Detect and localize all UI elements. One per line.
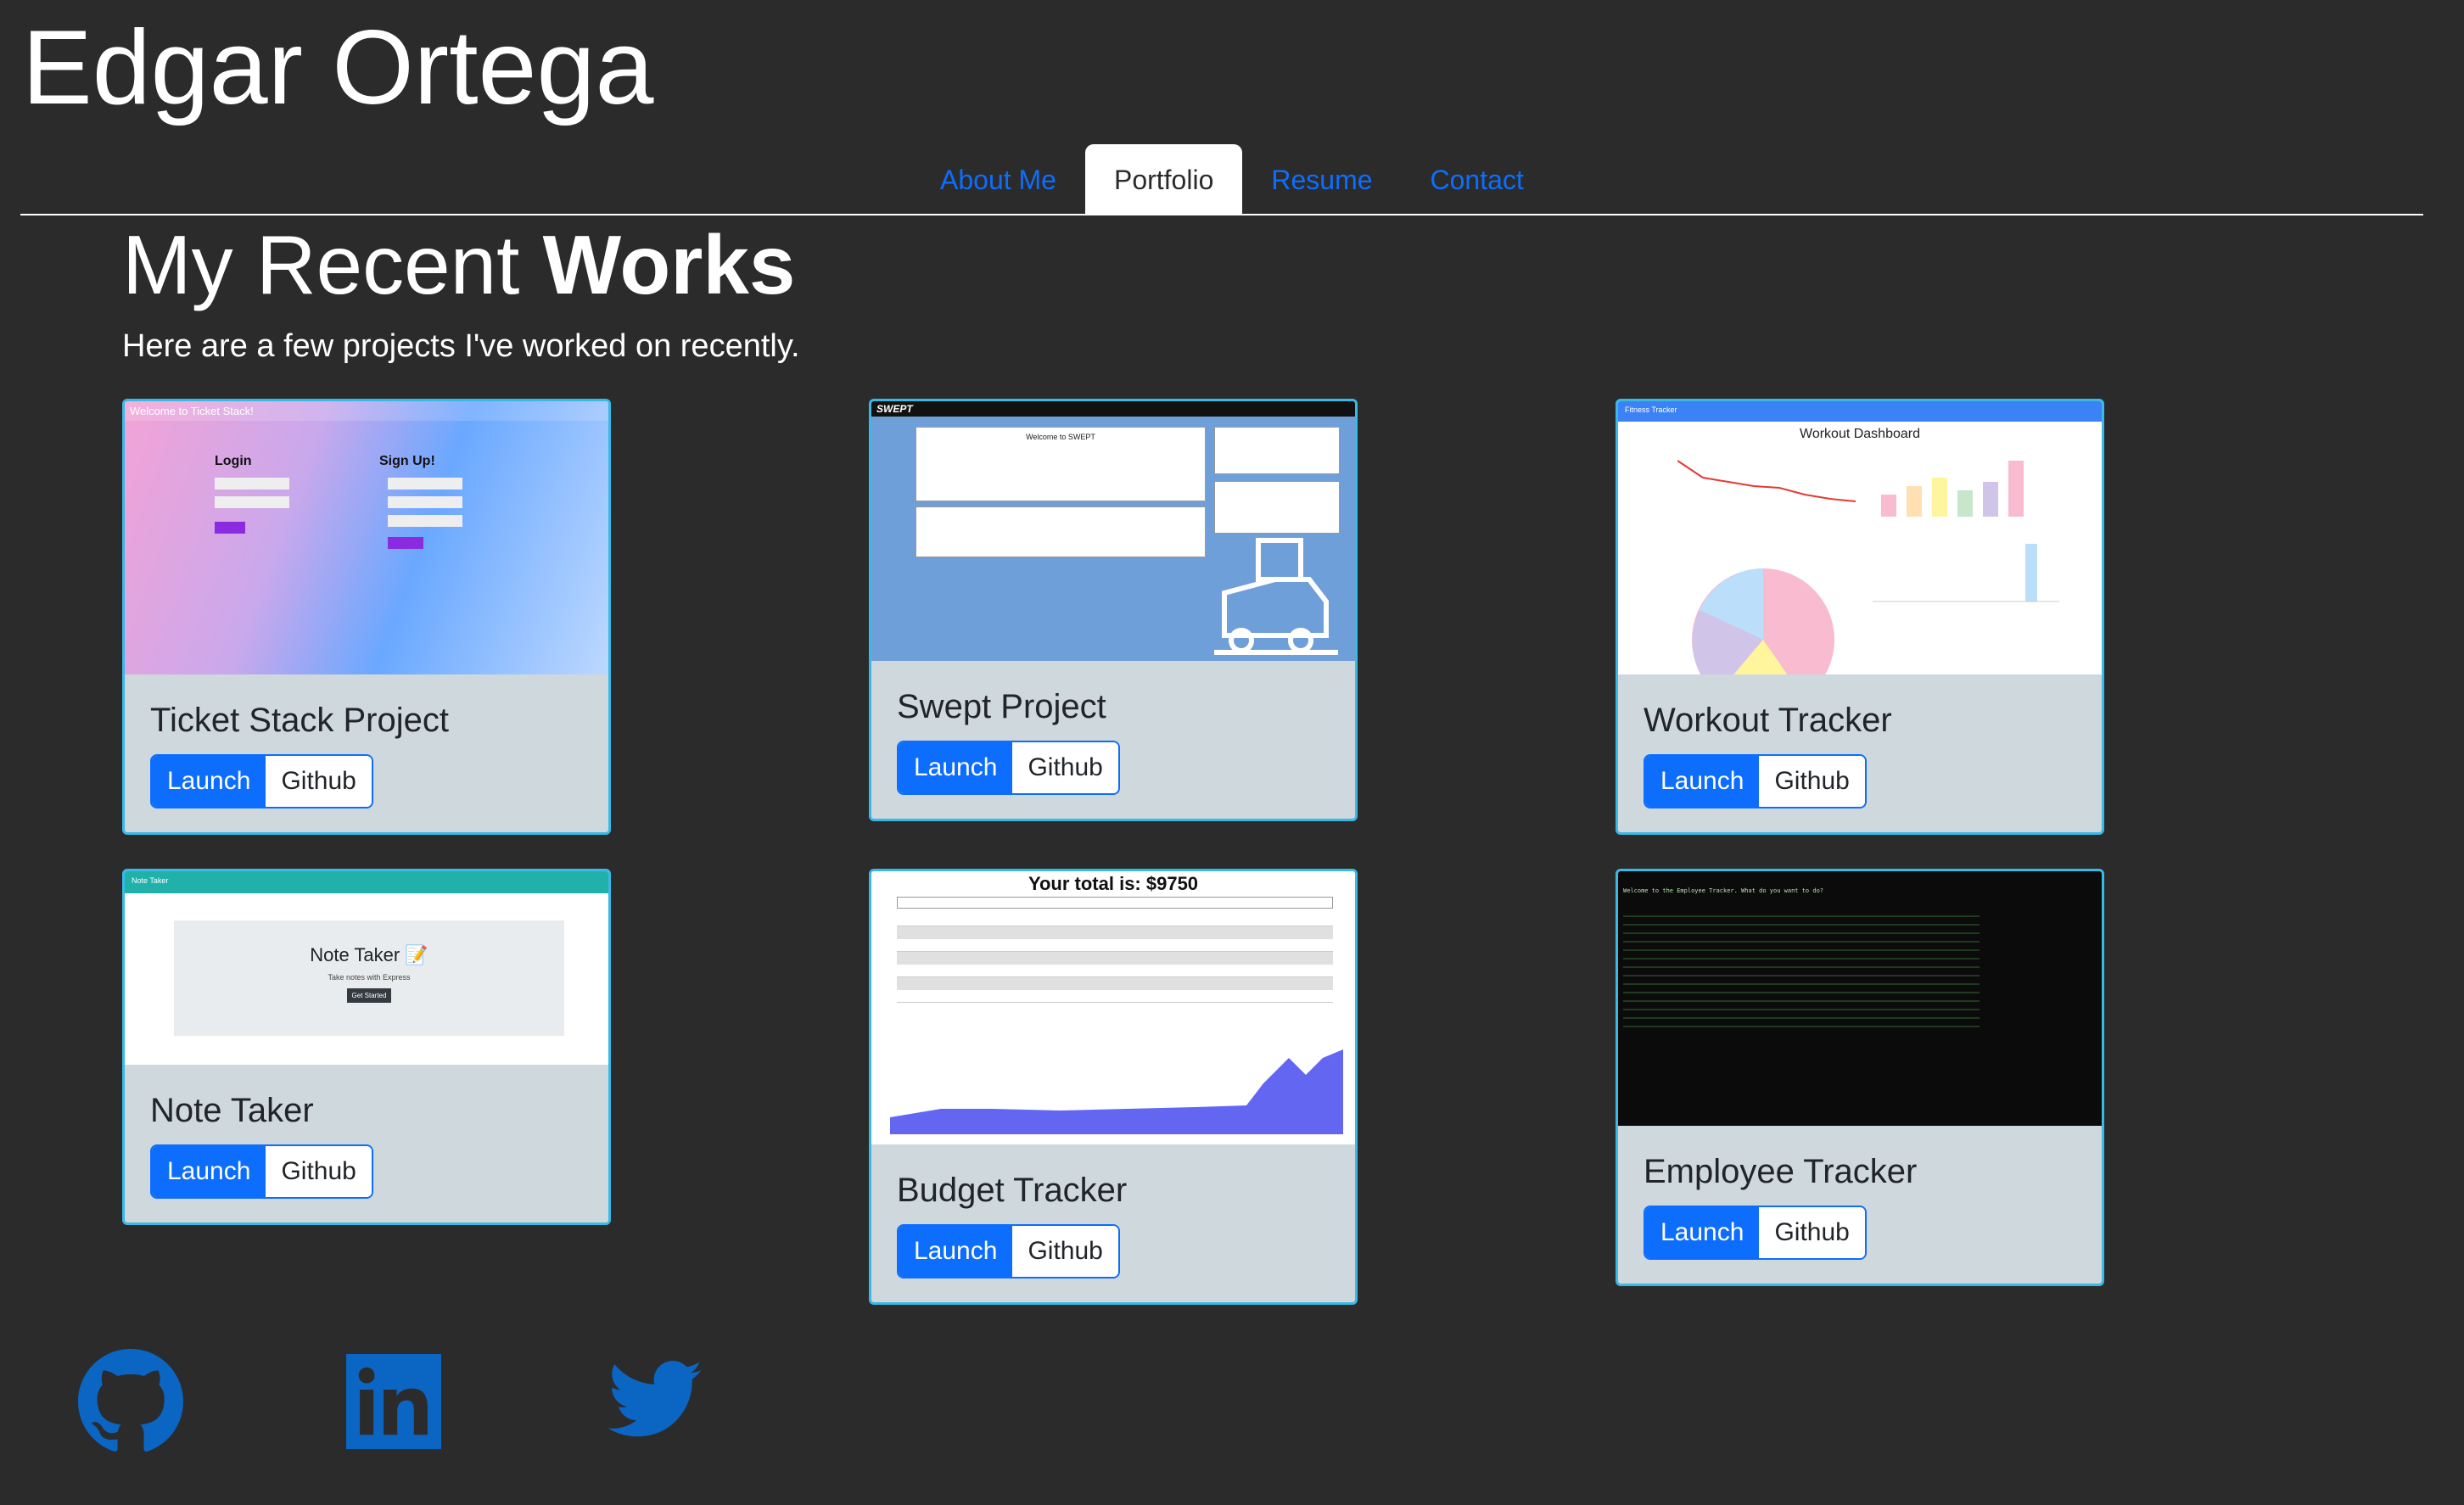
github-button[interactable]: Github [266,756,372,807]
github-icon [78,1349,183,1452]
project-title: Budget Tracker [897,1172,1128,1209]
github-button[interactable]: Github [1759,756,1865,807]
thumb-line-chart [1677,460,1856,502]
project-title: Employee Tracker [1644,1153,1918,1190]
launch-button[interactable]: Launch [899,1226,1013,1277]
thumb-login: Login [215,454,252,468]
thumb-area-chart [890,1049,1343,1134]
thumb-field [388,478,462,490]
thumb-field [388,515,462,527]
twitter-icon [608,1361,702,1437]
launch-button[interactable]: Launch [152,756,266,807]
thumb-panel [1214,427,1340,474]
linkedin-link[interactable] [346,1354,441,1449]
github-button[interactable]: Github [266,1146,372,1197]
thumb-pie-chart [1692,568,1834,674]
section-subtitle: Here are a few projects I've worked on r… [122,328,800,364]
thumb-button: Get Started [346,988,392,1003]
project-buttons: Launch Github [1644,754,1867,808]
thumb-terminal-line: Welcome to the Employee Tracker. What do… [1623,887,1824,894]
project-title: Ticket Stack Project [150,702,449,739]
thumb-total: Your total is: $9750 [1028,873,1199,894]
project-screenshot: Your total is: $9750 [871,871,1355,1144]
thumb-sub: Take notes with Express [328,973,411,982]
nav-contact[interactable]: Contact [1402,144,1553,215]
project-card-ticket-stack: Welcome to Ticket Stack! Login Sign Up! … [122,399,611,835]
project-title: Workout Tracker [1644,702,1892,739]
project-title: Note Taker [150,1092,314,1129]
project-card-note-taker: Note Taker Note Taker 📝 Take notes with … [122,869,611,1225]
thumb-table [897,897,1333,1024]
thumb-terminal-table [1623,909,1980,1027]
project-card-swept: SWEPT Welcome to SWEPT Swept Project Lau… [869,399,1358,821]
nav-resume[interactable]: Resume [1242,144,1401,215]
linkedin-icon [346,1354,441,1449]
project-screenshot: Note Taker Note Taker 📝 Take notes with … [125,871,608,1065]
thumb-banner: Welcome to Ticket Stack! [125,401,608,421]
nav-about-me[interactable]: About Me [911,144,1085,215]
github-button[interactable]: Github [1012,742,1118,793]
thumb-bar-chart-2 [1873,544,2059,602]
thumb-bar-chart [1881,461,2024,517]
github-link[interactable] [78,1349,183,1454]
github-button[interactable]: Github [1012,1226,1118,1277]
project-screenshot: Fitness Tracker Workout Dashboard [1618,401,2102,674]
thumb-button [215,522,245,534]
thumb-welcome: Welcome to SWEPT [1026,433,1095,441]
project-card-employee-tracker: Welcome to the Employee Tracker. What do… [1616,869,2104,1286]
thumb-panel: Welcome to SWEPT [916,427,1206,501]
thumb-panel [1214,481,1340,534]
project-buttons: Launch Github [150,754,373,808]
project-title: Swept Project [897,688,1106,725]
section-title-bold: Works [542,218,796,311]
project-screenshot: SWEPT Welcome to SWEPT [871,401,1355,661]
thumb-jumbotron: Note Taker 📝 Take notes with Express Get… [174,920,564,1036]
project-card-workout-tracker: Fitness Tracker Workout Dashboard Workou… [1616,399,2104,835]
main-nav: About Me Portfolio Resume Contact [911,144,1553,215]
github-button[interactable]: Github [1759,1207,1865,1258]
project-buttons: Launch Github [897,741,1120,795]
thumb-field [215,478,289,490]
thumb-heading: Workout Dashboard [1800,427,1920,441]
nav-portfolio[interactable]: Portfolio [1084,144,1243,215]
thumb-heading: Note Taker 📝 [310,944,428,965]
project-screenshot: Welcome to the Employee Tracker. What do… [1618,871,2102,1126]
project-card-budget-tracker: Your total is: $9750 Budget Tracker Laun… [869,869,1358,1305]
launch-button[interactable]: Launch [152,1146,266,1197]
thumb-field [215,496,289,508]
twitter-link[interactable] [608,1361,703,1439]
thumb-signup: Sign Up! [379,454,435,468]
thumb-panel [916,506,1206,557]
project-buttons: Launch Github [150,1144,373,1199]
section-title-light: My Recent [122,218,543,311]
launch-button[interactable]: Launch [1645,1207,1760,1258]
site-name: Edgar Ortega [22,9,654,126]
section-title: My Recent Works [122,215,795,316]
project-screenshot: Welcome to Ticket Stack! Login Sign Up! [125,401,608,674]
launch-button[interactable]: Launch [1645,756,1760,807]
thumb-field [388,496,462,508]
project-buttons: Launch Github [897,1224,1120,1278]
thumb-brand: SWEPT [871,401,1355,417]
sweeper-icon [1214,538,1338,655]
thumb-button [388,537,423,549]
thumb-nav: Note Taker [125,871,608,893]
launch-button[interactable]: Launch [899,742,1013,793]
project-buttons: Launch Github [1644,1206,1867,1260]
thumb-nav: Fitness Tracker [1618,401,2102,422]
